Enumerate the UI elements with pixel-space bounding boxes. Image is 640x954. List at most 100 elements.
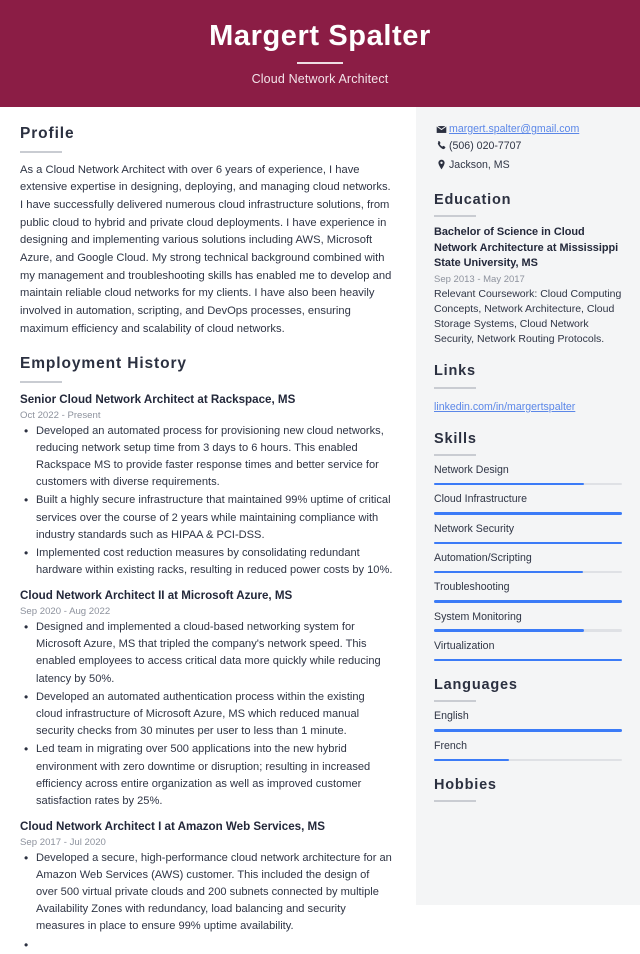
skill-label: Network Design [434,464,509,477]
languages-list: English French [434,710,622,761]
email-link[interactable]: margert.spalter@gmail.com [449,123,579,135]
profile-rule [20,150,62,153]
location-pin-icon [434,158,449,170]
skill-level-track [434,658,622,662]
job-entry: Cloud Network Architect I at Amazon Web … [20,819,394,954]
job-bullet: Implemented cost reduction measures by c… [20,544,394,579]
resume-body: Profile As a Cloud Network Architect wit… [0,107,640,954]
job-bullet: Developed an automated process for provi… [20,422,394,492]
skill-level-track [434,512,622,515]
language-level-fill [434,729,622,732]
education-dates: Sep 2013 - May 2017 [434,273,525,285]
language-level-fill [434,758,510,761]
skill-level-fill [434,658,622,662]
skill-level-fill [434,600,622,603]
education-heading: Education [434,191,512,208]
languages-rule [434,700,476,703]
languages-heading: Languages [434,677,518,694]
languages-section: Languages English French [434,677,622,761]
education-degree: Bachelor of Science in Cloud Network Arc… [434,226,619,270]
envelope-icon [434,123,449,135]
hobbies-heading: Hobbies [434,777,497,793]
links-rule [434,386,476,389]
skill-label: System Monitoring [434,610,522,623]
education-coursework: Relevant Coursework: Cloud Computing Con… [434,287,622,346]
link-item[interactable]: linkedin.com/in/margertspalter [434,401,575,413]
links-list: linkedin.com/in/margertspalter [434,397,622,415]
job-bullet: Developed a secure, high-performance clo… [20,849,394,936]
skills-heading: Skills [434,430,477,447]
candidate-name: Margert Spalter [209,20,431,53]
skill-level-fill [434,629,585,632]
job-title: Cloud Network Architect II at Microsoft … [20,589,293,603]
job-bullet [20,936,394,954]
employment-section: Employment History Senior Cloud Network … [20,355,394,954]
resume-header: Margert Spalter Cloud Network Architect [0,0,640,107]
language-item: English [434,710,622,732]
skill-item: Troubleshooting [434,581,622,603]
skill-item: System Monitoring [434,611,622,632]
skill-item: Automation/Scripting [434,552,622,574]
skills-rule [434,454,476,457]
contact-phone-row: (506) 020-7707 [434,139,622,154]
job-bullet-list: Developed an automated process for provi… [20,422,394,580]
profile-heading: Profile [20,125,75,142]
skill-item: Cloud Infrastructure [434,493,622,515]
contact-email-row[interactable]: margert.spalter@gmail.com [434,123,622,135]
sidebar: margert.spalter@gmail.com (506) 020-7707 [416,107,640,905]
education-section: Education Bachelor of Science in Cloud N… [434,192,622,348]
skill-level-track [434,541,622,545]
contact-section: margert.spalter@gmail.com (506) 020-7707 [434,123,622,174]
job-bullet: Designed and implemented a cloud-based n… [20,618,394,688]
job-bullet-list: Developed a secure, high-performance clo… [20,849,394,954]
skill-level-fill [434,482,585,486]
skills-section: Skills Network Design Cloud Infrastructur… [434,430,622,662]
job-bullet-list: Designed and implemented a cloud-based n… [20,618,394,810]
links-heading: Links [434,363,476,380]
skill-item: Network Security [434,522,622,545]
employment-list: Senior Cloud Network Architect at Racksp… [20,392,394,954]
skill-item: Virtualization [434,640,622,662]
job-entry: Cloud Network Architect II at Microsoft … [20,588,394,810]
main-column: Profile As a Cloud Network Architect wit… [0,107,416,954]
resume-page: Margert Spalter Cloud Network Architect … [0,0,640,954]
job-title: Cloud Network Architect I at Amazon Web … [20,820,325,834]
skill-label: Troubleshooting [434,581,510,594]
skill-level-track [434,570,622,574]
job-dates: Sep 2017 - Jul 2020 [20,836,106,848]
job-bullet: Led team in migrating over 500 applicati… [20,740,394,810]
employment-heading: Employment History [20,355,187,373]
profile-section: Profile As a Cloud Network Architect wit… [20,125,394,338]
job-entry: Senior Cloud Network Architect at Racksp… [20,392,394,579]
contact-location-row: Jackson, MS [434,158,622,173]
skill-level-track [434,629,622,632]
skill-label: Cloud Infrastructure [434,493,528,506]
phone-icon [434,139,449,151]
job-bullet: Developed an automated authentication pr… [20,688,394,741]
links-section: Links linkedin.com/in/margertspalter [434,363,622,414]
header-divider [297,61,343,64]
skill-label: Network Security [434,522,515,535]
skill-level-fill [434,570,583,574]
language-level-track [434,758,622,761]
skill-level-fill [434,512,622,515]
candidate-headline: Cloud Network Architect [251,71,389,86]
language-label: French [434,739,467,752]
employment-rule [20,381,62,384]
hobbies-section: Hobbies [434,777,622,803]
phone-text: (506) 020-7707 [449,140,522,152]
job-dates: Sep 2020 - Aug 2022 [20,606,111,618]
skill-item: Network Design [434,464,622,486]
skill-level-fill [434,541,622,545]
job-title: Senior Cloud Network Architect at Racksp… [20,393,296,407]
skill-label: Automation/Scripting [434,552,532,565]
language-label: English [434,710,469,723]
skill-level-track [434,600,622,603]
skills-list: Network Design Cloud Infrastructure Networ… [434,464,622,662]
job-bullet: Built a highly secure infrastructure tha… [20,491,394,544]
hobbies-rule [434,800,476,803]
language-level-track [434,729,622,732]
job-dates: Oct 2022 - Present [20,409,101,421]
skill-level-track [434,482,622,486]
language-item: French [434,740,622,761]
